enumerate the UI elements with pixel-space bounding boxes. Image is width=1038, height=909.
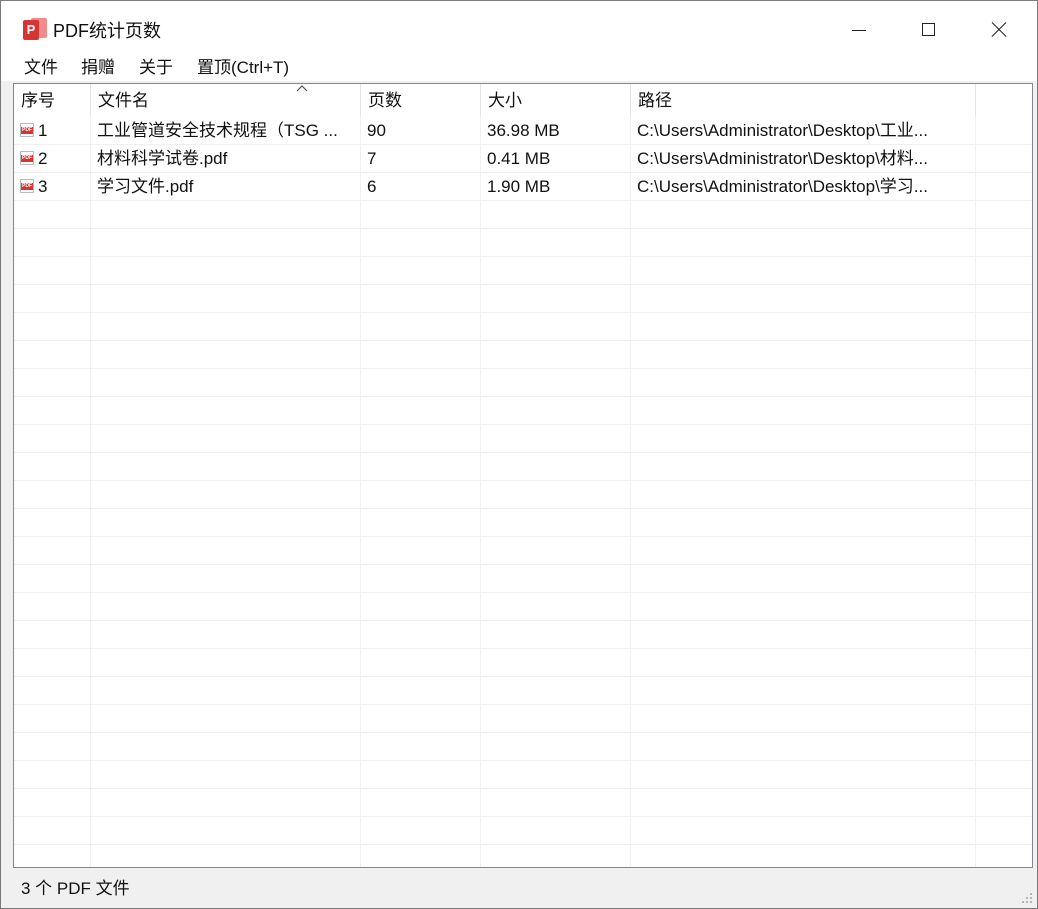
menu-pin-top[interactable]: 置顶(Ctrl+T) [197, 55, 289, 81]
maximize-icon [922, 23, 935, 36]
row-index-cell: PDF 2 [14, 144, 90, 172]
column-header-size[interactable]: 大小 [481, 84, 631, 116]
row-index: 1 [38, 121, 48, 140]
menu-bar: 文件 捐赠 关于 置顶(Ctrl+T) [1, 55, 1037, 81]
row-filename: 工业管道安全技术规程（TSG ... [97, 121, 338, 140]
status-text: 3 个 PDF 文件 [21, 879, 130, 898]
column-header-filename-label: 文件名 [98, 91, 149, 110]
row-index: 3 [38, 177, 48, 196]
pdf-app-icon: P [23, 18, 47, 40]
close-button[interactable] [963, 1, 1033, 55]
resize-grip-icon[interactable] [1021, 892, 1033, 904]
status-bar: 3 个 PDF 文件 [1, 870, 1037, 908]
menu-about[interactable]: 关于 [139, 55, 173, 81]
column-header-path[interactable]: 路径 [631, 84, 976, 116]
title-bar[interactable]: P PDF统计页数 [1, 1, 1037, 55]
column-header-index[interactable]: 序号 [14, 84, 91, 116]
column-header-pages[interactable]: 页数 [361, 84, 481, 116]
minimize-button[interactable] [824, 1, 894, 55]
row-size: 0.41 MB [487, 149, 551, 168]
row-path: C:\Users\Administrator\Desktop\材料... [637, 149, 928, 168]
row-filename: 学习文件.pdf [97, 177, 194, 196]
pdf-file-icon: PDF [20, 151, 34, 165]
row-pages: 6 [367, 177, 377, 196]
column-header-filename[interactable]: 文件名 [91, 84, 361, 116]
row-size: 36.98 MB [487, 121, 560, 140]
table-row[interactable]: PDF 1 工业管道安全技术规程（TSG ... 90 36.98 MB C:\… [14, 116, 1032, 144]
row-pages: 7 [367, 149, 377, 168]
window-title: PDF统计页数 [53, 21, 161, 41]
pdf-file-list[interactable]: 序号 文件名 页数 大小 路径 PDF 1 工业管道安全技术规程（TSG ... [13, 83, 1033, 868]
table-row[interactable]: PDF 2 材料科学试卷.pdf 7 0.41 MB C:\Users\Admi… [14, 144, 1032, 172]
table-row[interactable]: PDF 3 学习文件.pdf 6 1.90 MB C:\Users\Admini… [14, 172, 1032, 200]
row-size: 1.90 MB [487, 177, 551, 196]
row-index: 2 [38, 149, 48, 168]
menu-donate[interactable]: 捐赠 [81, 55, 115, 81]
pdf-file-icon: PDF [20, 123, 34, 137]
menu-file[interactable]: 文件 [24, 55, 58, 81]
list-header: 序号 文件名 页数 大小 路径 [14, 84, 1032, 116]
maximize-button[interactable] [894, 1, 964, 55]
minimize-icon [852, 30, 866, 31]
row-filename: 材料科学试卷.pdf [97, 149, 228, 168]
app-window: P PDF统计页数 文件 捐赠 关于 置顶(Ctrl+T) 序号 文件名 页数 … [0, 0, 1038, 909]
row-index-cell: PDF 3 [14, 172, 90, 200]
sort-ascending-icon [296, 85, 308, 92]
row-path: C:\Users\Administrator\Desktop\工业... [637, 121, 928, 140]
row-index-cell: PDF 1 [14, 116, 90, 144]
pdf-file-icon: PDF [20, 179, 34, 193]
row-pages: 90 [367, 121, 386, 140]
row-path: C:\Users\Administrator\Desktop\学习... [637, 177, 928, 196]
